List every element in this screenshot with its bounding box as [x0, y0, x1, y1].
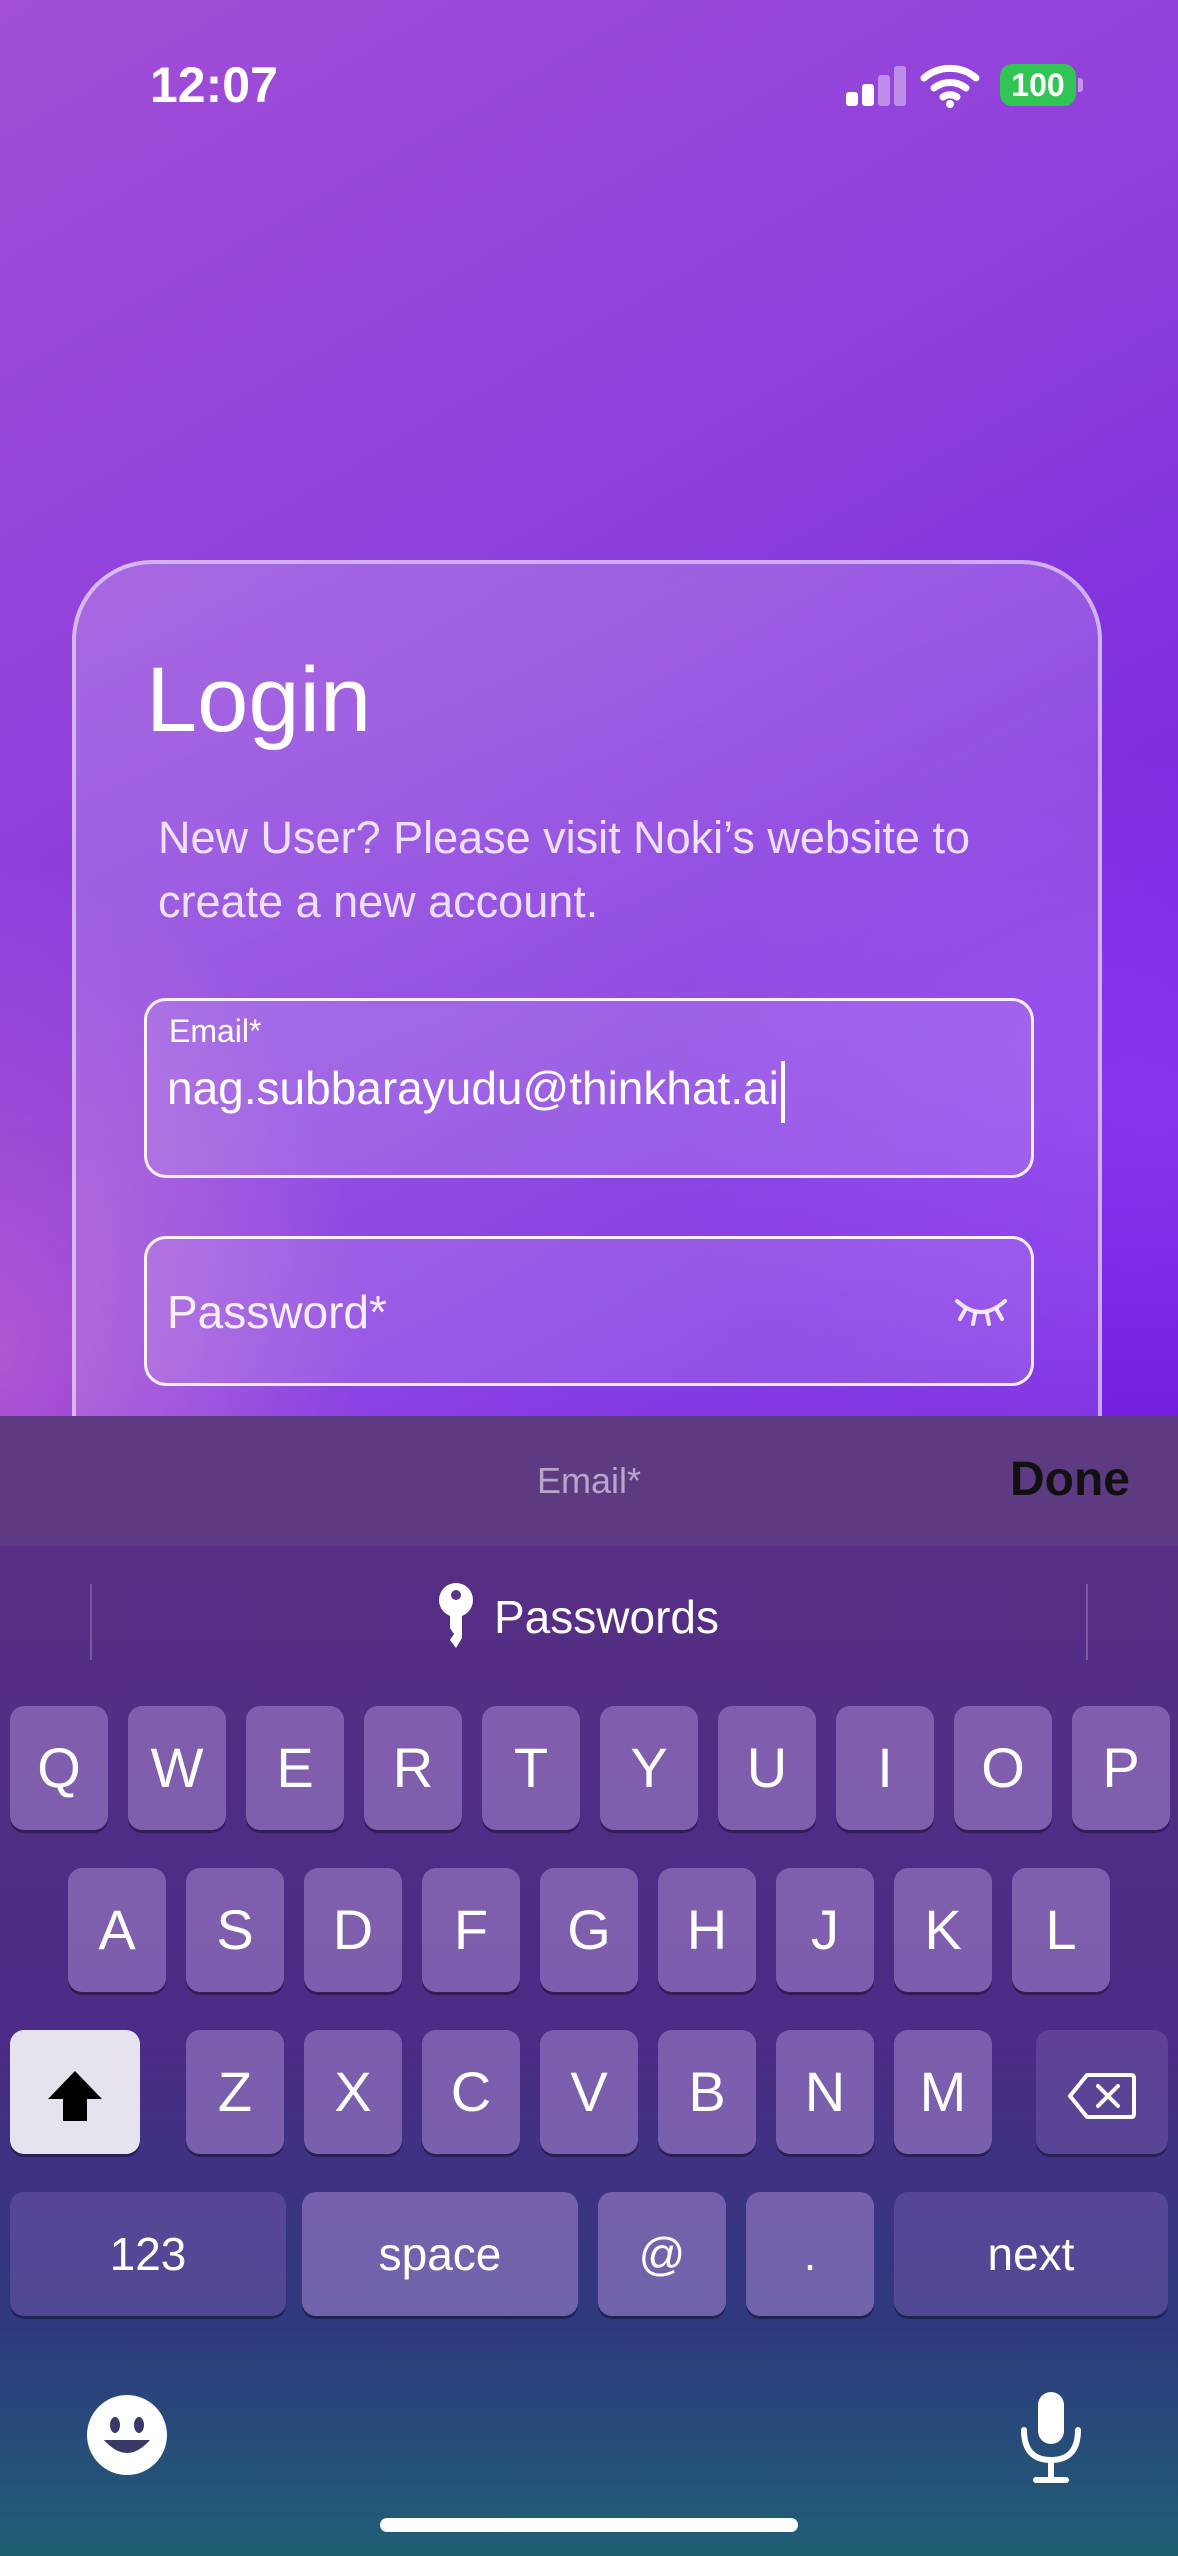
next-key[interactable]: next [894, 2192, 1168, 2316]
space-key[interactable]: space [302, 2192, 578, 2316]
text-caret [780, 1061, 785, 1123]
password-placeholder: Password* [167, 1286, 387, 1338]
shift-arrow-icon [48, 2071, 102, 2122]
battery-indicator: 100 [1000, 64, 1076, 106]
backspace-icon [1068, 2073, 1136, 2120]
key-h[interactable]: H [658, 1868, 756, 1992]
suggestion-divider [1086, 1584, 1088, 1660]
email-input[interactable]: nag.subbarayudu@thinkhat.ai [167, 1061, 785, 1123]
email-label: Email* [169, 1013, 262, 1049]
signup-hint: New User? Please visit Noki’s website to… [158, 812, 970, 927]
key-k[interactable]: K [894, 1868, 992, 1992]
key-o[interactable]: O [954, 1706, 1052, 1830]
dot-key[interactable]: . [746, 2192, 874, 2316]
key-n[interactable]: N [776, 2030, 874, 2154]
key-r[interactable]: R [364, 1706, 462, 1830]
email-value: nag.subbarayudu@thinkhat.ai [167, 1062, 779, 1115]
key-g[interactable]: G [540, 1868, 638, 1992]
microphone-icon[interactable] [1016, 2390, 1086, 2486]
suggestion-divider [90, 1584, 92, 1660]
key-p[interactable]: P [1072, 1706, 1170, 1830]
key-d[interactable]: D [304, 1868, 402, 1992]
key-z[interactable]: Z [186, 2030, 284, 2154]
done-button[interactable]: Done [1010, 1452, 1130, 1507]
key-y[interactable]: Y [600, 1706, 698, 1830]
key-f[interactable]: F [422, 1868, 520, 1992]
key-s[interactable]: S [186, 1868, 284, 1992]
key-v[interactable]: V [540, 2030, 638, 2154]
battery-nub [1078, 78, 1083, 92]
key-e[interactable]: E [246, 1706, 344, 1830]
email-field[interactable]: Email* nag.subbarayudu@thinkhat.ai [144, 998, 1034, 1178]
key-m[interactable]: M [894, 2030, 992, 2154]
shift-key[interactable] [10, 2030, 140, 2154]
key-a[interactable]: A [68, 1868, 166, 1992]
toolbar-field-label: Email* [536, 1460, 642, 1501]
key-u[interactable]: U [718, 1706, 816, 1830]
at-key[interactable]: @ [598, 2192, 726, 2316]
backspace-key[interactable] [1036, 2030, 1168, 2154]
key-c[interactable]: C [422, 2030, 520, 2154]
eye-closed-icon[interactable] [953, 1289, 1009, 1329]
status-time: 12:07 [150, 57, 278, 113]
home-indicator[interactable] [380, 2518, 798, 2532]
key-q[interactable]: Q [10, 1706, 108, 1830]
page-title: Login [146, 649, 372, 751]
passwords-label: Passwords [494, 1591, 719, 1643]
passwords-suggestion[interactable]: Passwords [436, 1582, 719, 1652]
key-t[interactable]: T [482, 1706, 580, 1830]
key-icon [439, 1583, 473, 1648]
emoji-icon[interactable] [86, 2394, 168, 2476]
wifi-icon [920, 64, 980, 108]
key-w[interactable]: W [128, 1706, 226, 1830]
numbers-key[interactable]: 123 [10, 2192, 286, 2316]
key-j[interactable]: J [776, 1868, 874, 1992]
password-field[interactable]: Password* [144, 1236, 1034, 1386]
cellular-signal-icon [846, 64, 906, 106]
key-l[interactable]: L [1012, 1868, 1110, 1992]
key-x[interactable]: X [304, 2030, 402, 2154]
key-b[interactable]: B [658, 2030, 756, 2154]
key-i[interactable]: I [836, 1706, 934, 1830]
